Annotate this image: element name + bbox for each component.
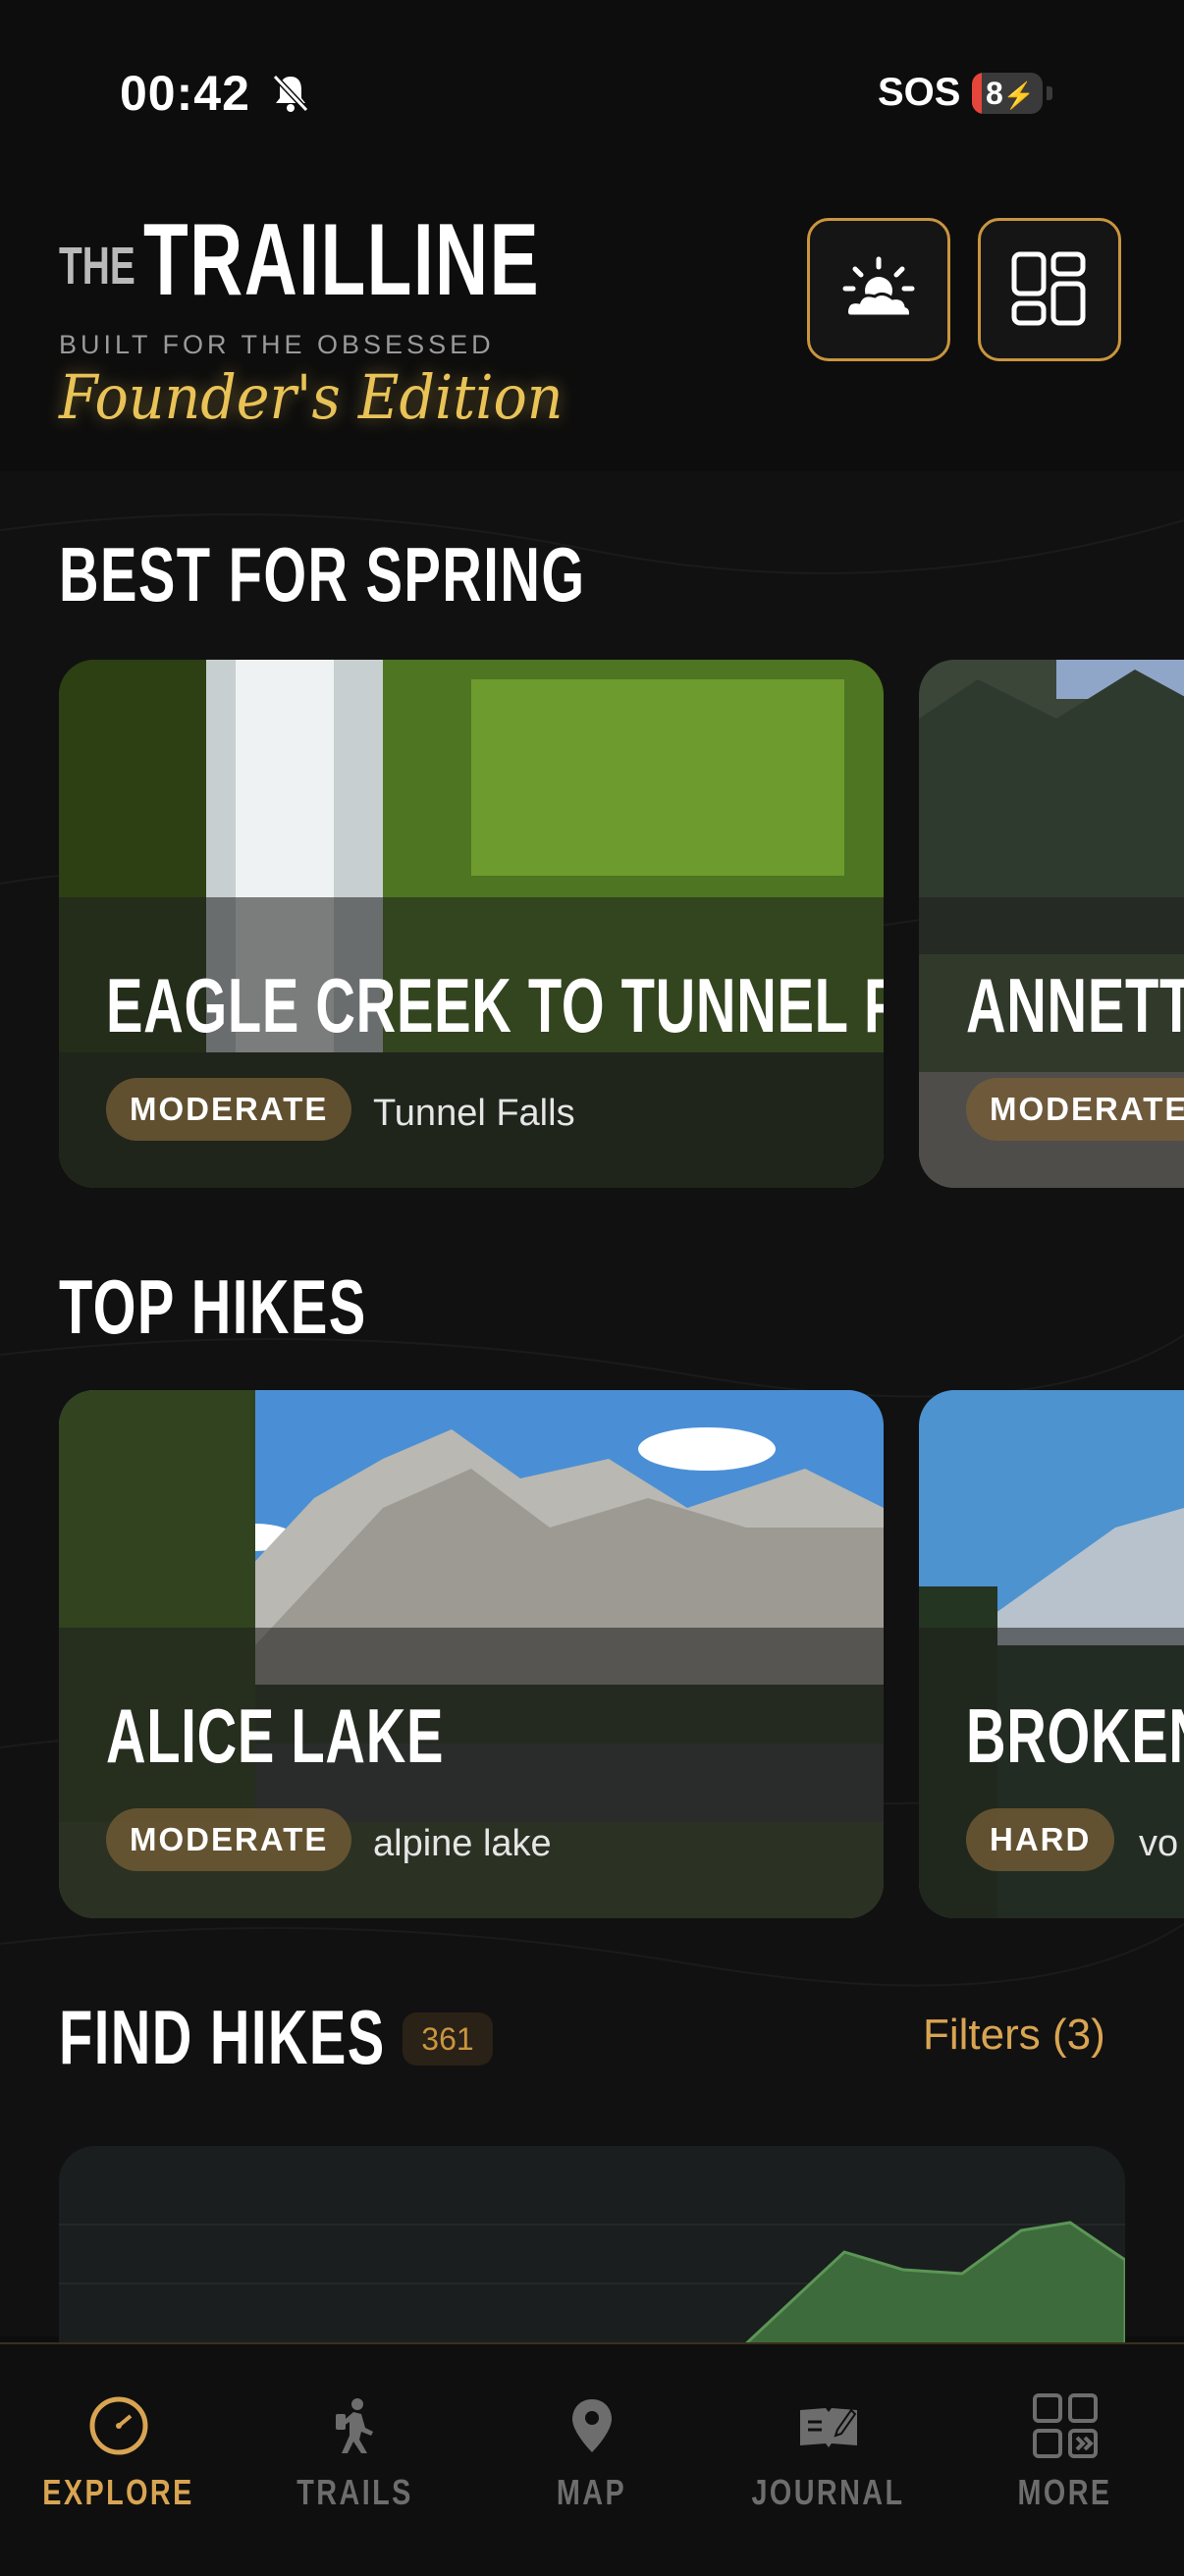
tab-label: MAP xyxy=(556,2472,627,2512)
section-title-spring: BEST FOR SPRING xyxy=(59,531,586,617)
card-tag: Tunnel Falls xyxy=(373,1093,575,1134)
map-pin-icon xyxy=(571,2399,612,2452)
tab-journal[interactable]: JOURNAL xyxy=(710,2344,946,2576)
card-tag: alpine lake xyxy=(373,1823,552,1864)
hike-count-badge: 361 xyxy=(403,2012,493,2066)
layout-button[interactable] xyxy=(978,218,1121,361)
hiker-icon xyxy=(335,2398,373,2453)
compass-icon xyxy=(89,2396,147,2455)
brand-the: THE xyxy=(59,237,135,295)
journal-icon xyxy=(799,2408,857,2447)
section-title-top-hikes: TOP HIKES xyxy=(59,1263,367,1350)
tab-more[interactable]: MORE xyxy=(946,2344,1183,2576)
tab-trails[interactable]: TRAILS xyxy=(237,2344,473,2576)
tab-explore[interactable]: EXPLORE xyxy=(0,2344,237,2576)
trail-card-annette[interactable]: ANNETTE MODERATE xyxy=(919,660,1184,1188)
bell-muted-icon xyxy=(271,73,310,114)
tab-label: EXPLORE xyxy=(42,2472,194,2512)
bottom-tab-bar: EXPLORE TRAILS MAP JOURNAL MORE xyxy=(0,2342,1184,2576)
brand-name: TRAILLINE xyxy=(143,203,540,317)
tab-label: JOURNAL xyxy=(751,2472,905,2512)
trail-card-broken-top[interactable]: BROKEN T HARD vo xyxy=(919,1390,1184,1918)
sos-indicator: SOS xyxy=(878,71,961,114)
more-grid-icon xyxy=(1032,2393,1098,2458)
tab-label: TRAILS xyxy=(296,2472,413,2512)
difficulty-badge: MODERATE xyxy=(106,1808,352,1871)
card-title: EAGLE CREEK TO TUNNEL FALLS xyxy=(106,962,884,1048)
trail-card-eagle-creek[interactable]: EAGLE CREEK TO TUNNEL FALLS MODERATE Tun… xyxy=(59,660,884,1188)
trail-card-alice-lake[interactable]: ALICE LAKE MODERATE alpine lake xyxy=(59,1390,884,1918)
tab-label: MORE xyxy=(1017,2472,1112,2512)
weather-button[interactable] xyxy=(807,218,950,361)
section-title-find-hikes: FIND HIKES xyxy=(59,1994,386,2080)
sun-cloud-icon xyxy=(842,256,915,318)
difficulty-badge: HARD xyxy=(966,1808,1115,1871)
difficulty-badge: MODERATE xyxy=(966,1078,1184,1141)
card-title: ANNETTE xyxy=(966,962,1184,1048)
card-title: ALICE LAKE xyxy=(106,1692,445,1779)
brand-tagline: BUILT FOR THE OBSESSED xyxy=(59,330,495,359)
status-time: 00:42 xyxy=(120,66,250,121)
battery-level: 8 xyxy=(986,76,1003,111)
grid-layout-icon xyxy=(1011,251,1086,326)
tab-map[interactable]: MAP xyxy=(473,2344,710,2576)
status-bar: 00:42 SOS 8⚡ xyxy=(0,0,1184,196)
difficulty-badge: MODERATE xyxy=(106,1078,352,1141)
battery-icon: 8⚡ xyxy=(972,73,1043,114)
card-title: BROKEN T xyxy=(966,1692,1184,1779)
card-tag: vo xyxy=(1139,1823,1179,1864)
filters-button[interactable]: Filters (3) xyxy=(923,2011,1105,2060)
brand-edition: Founder's Edition xyxy=(59,361,564,433)
